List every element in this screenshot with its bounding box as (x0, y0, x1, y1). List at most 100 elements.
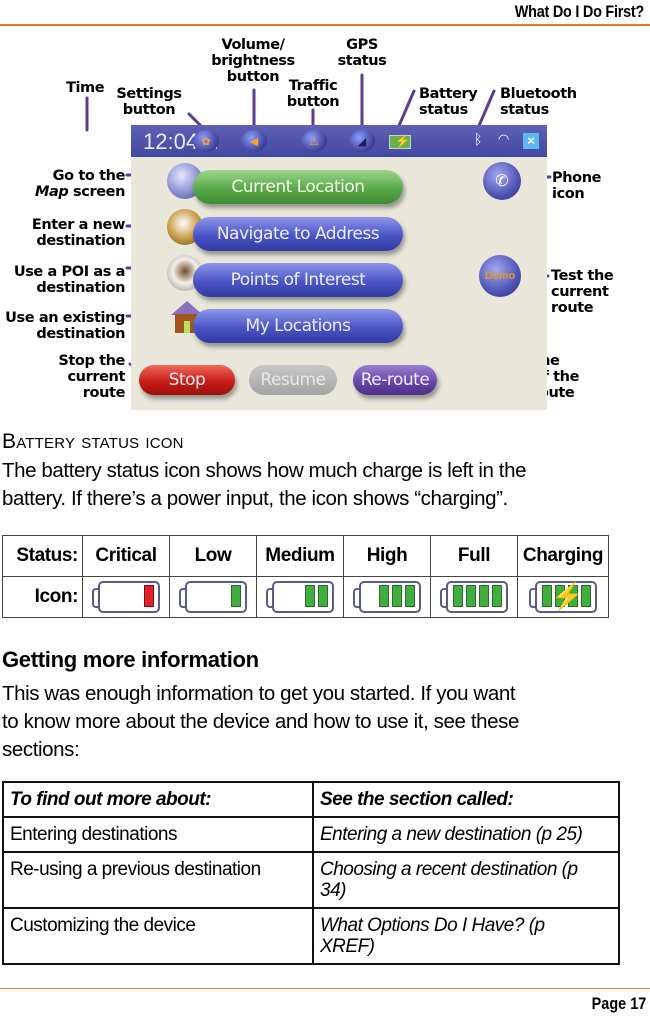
callout-existing-l1: Use an existing (5, 310, 125, 326)
battery-charge-bar (379, 585, 389, 607)
traffic-warning-icon[interactable]: ⚠ (301, 130, 327, 152)
callout-stop: Stop the current route (0, 353, 125, 401)
more-info-heading: Getting more information (2, 647, 259, 672)
battery-text-line-2: battery. If there’s a power input, the i… (2, 487, 508, 510)
callout-map-italic: Map (34, 184, 69, 200)
battery-charging-icon: ⚡ (389, 134, 411, 149)
phone-button[interactable]: ✆ (483, 162, 521, 200)
battery-status-table: Status: Critical Low Medium High Full Ch… (2, 535, 609, 618)
device-status-bar: 12:04 PM ✿ ◀ ⚠ ◢ ⚡ ᛒ ◠ × (131, 125, 547, 157)
battery-charge-bar (318, 585, 328, 607)
navigate-to-address-button[interactable]: Navigate to Address (193, 217, 403, 251)
current-location-button[interactable]: Current Location (193, 170, 403, 204)
status-full: Full (430, 535, 518, 577)
table-row: Re-using a previous destination Choosing… (2, 851, 620, 909)
row-section-link[interactable]: What Options Do I Have? (p XREF) (312, 907, 620, 965)
my-locations-button[interactable]: My Locations (193, 309, 403, 343)
battery-charge-bar (466, 585, 476, 607)
row-section-link[interactable]: Entering a new destination (p 25) (312, 816, 620, 853)
callout-map-l2: Map screen (0, 184, 125, 200)
battery-icon-row: Icon: ⚡ (2, 576, 609, 618)
row-section-line: What Options Do I Have? (p (320, 915, 545, 936)
reference-header-row: To find out more about: See the section … (2, 781, 620, 818)
callout-demo-l3: route (551, 300, 594, 316)
col-header-topic: To find out more about: (2, 781, 314, 818)
callout-newdest-l1: Enter a new (31, 217, 126, 233)
row-topic: Entering destinations (2, 816, 314, 853)
resume-button[interactable]: Resume (249, 365, 337, 395)
battery-low-cell (169, 576, 257, 618)
callout-settings-l2: button (122, 102, 176, 118)
battery-charge-bar (392, 585, 402, 607)
reroute-button[interactable]: Re-route (353, 365, 437, 395)
icon-label: Icon: (2, 576, 83, 618)
status-critical: Critical (82, 535, 170, 577)
battery-charge-bar (144, 585, 154, 607)
battery-charging-icon: ⚡ (529, 581, 597, 613)
callout-volume-l1: Volume/ (221, 37, 285, 53)
gps-signal-icon: ◢ (349, 130, 375, 152)
status-low: Low (169, 535, 257, 577)
battery-charge-bar (231, 585, 241, 607)
lightning-bolt-icon: ⚡ (551, 581, 583, 611)
battery-high-cell (343, 576, 431, 618)
points-of-interest-button[interactable]: Points of Interest (193, 263, 403, 297)
close-icon[interactable]: × (523, 133, 539, 149)
reference-table: To find out more about: See the section … (2, 781, 620, 965)
callout-poi-l1: Use a POI as a (13, 264, 126, 280)
callout-existing-l2: destination (36, 326, 125, 342)
phone-icon: ✆ (495, 173, 509, 190)
stop-button[interactable]: Stop (139, 365, 235, 395)
callout-traffic: Traffic button (280, 78, 346, 110)
battery-section-heading: Battery status icon (2, 430, 184, 453)
battery-low-icon (179, 581, 247, 613)
clock-time: 12:04 (143, 129, 199, 154)
table-row: Customizing the device What Options Do I… (2, 907, 620, 965)
callout-newdest-l2: destination (36, 233, 125, 249)
col-header-section: See the section called: (312, 781, 620, 818)
status-charging: Charging (517, 535, 609, 577)
callout-map: Go to the Map screen (0, 168, 125, 200)
battery-full-icon (440, 581, 508, 613)
callout-demo: Test the current route (551, 268, 614, 316)
battery-high-icon (353, 581, 421, 613)
callout-stop-l1: Stop the (58, 353, 125, 369)
row-topic: Customizing the device (2, 907, 314, 965)
battery-charge-bar (405, 585, 415, 607)
row-section-link[interactable]: Choosing a recent destination (p 34) (312, 851, 620, 909)
row-topic: Re-using a previous destination (2, 851, 314, 909)
callout-poi-l2: destination (36, 280, 125, 296)
callout-poi: Use a POI as a destination (0, 264, 126, 296)
battery-critical-icon (92, 581, 160, 613)
callout-settings-l1: Settings (116, 86, 182, 102)
settings-icon[interactable]: ✿ (193, 130, 219, 152)
battery-medium-cell (256, 576, 344, 618)
status-medium: Medium (256, 535, 344, 577)
callout-battery: Battery status (419, 86, 478, 118)
battery-charge-bar (305, 585, 315, 607)
callout-stop-l3: route (82, 385, 126, 401)
callout-gps-l1: GPS (346, 37, 378, 53)
battery-charge-bar (453, 585, 463, 607)
device-screen: 12:04 PM ✿ ◀ ⚠ ◢ ⚡ ᛒ ◠ × Current Locatio… (131, 125, 547, 410)
callout-bluetooth-l1: Bluetooth (500, 86, 577, 102)
callout-new-destination: Enter a new destination (0, 217, 126, 249)
volume-icon[interactable]: ◀ (241, 130, 267, 152)
callout-phone-l1: Phone (552, 170, 602, 186)
callout-demo-l2: current (551, 284, 609, 300)
more-info-line-1: This was enough information to get you s… (2, 682, 516, 705)
more-info-text: This was enough information to get you s… (2, 680, 642, 764)
demo-button[interactable]: Demo (479, 255, 521, 297)
status-high: High (343, 535, 431, 577)
callout-gps: GPS status (334, 37, 390, 69)
wifi-icon: ◠ (498, 131, 510, 146)
running-header-title: What Do I Do First? (514, 2, 644, 21)
battery-charge-bar (479, 585, 489, 607)
battery-charge-bar (492, 585, 502, 607)
table-row: Entering destinations Entering a new des… (2, 816, 620, 853)
battery-critical-cell (82, 576, 170, 618)
callout-traffic-l2: button (286, 94, 340, 110)
status-label: Status: (2, 535, 83, 577)
lead-bluetooth (476, 89, 496, 130)
callout-gps-l2: status (337, 53, 387, 69)
